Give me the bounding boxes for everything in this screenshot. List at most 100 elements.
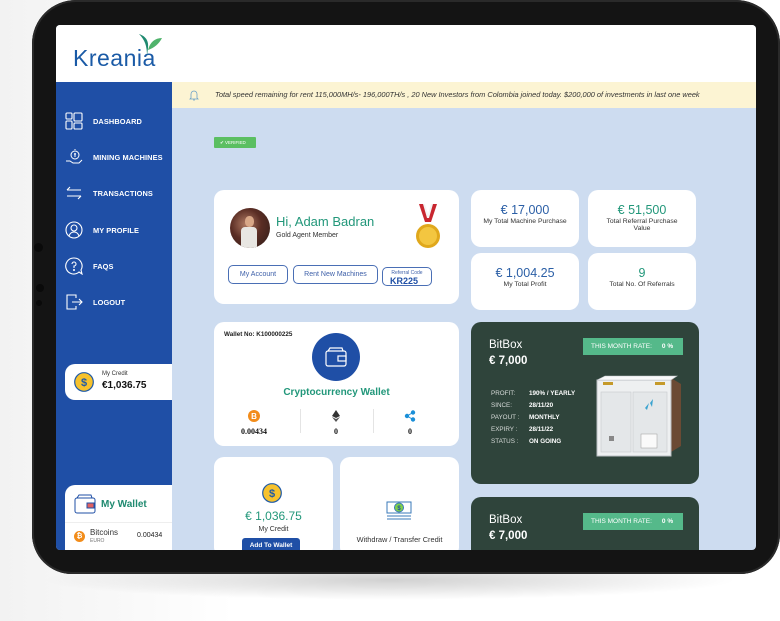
wallet-title: Cryptocurrency Wallet [283,387,390,398]
detail-key: PAYOUT : [491,414,520,421]
greeting: Hi, Adam Badran [276,214,375,229]
avatar[interactable] [230,208,270,248]
machine-card[interactable]: BitBox € 7,000 THIS MONTH RATE: 0 % [471,497,699,550]
bell-icon [189,90,199,101]
machine-card[interactable]: BitBox € 7,000 THIS MONTH RATE: 0 % PROFI… [471,322,699,484]
detail-key: PROFIT: [491,390,516,397]
rate-value: 0 % [661,518,674,525]
coin-ripple[interactable]: 0 [370,410,450,440]
kreania-logo[interactable]: Kreania [73,28,183,73]
camera-dot [34,243,43,252]
mining-container-image [596,375,681,457]
ethereum-icon [332,410,340,422]
wallet-row-bitcoin[interactable]: ₿ Bitcoins EURO 0.00434 [65,525,172,549]
coin-value: 0 [334,427,338,436]
avatar-body [241,227,257,248]
detail-key: SINCE: [491,402,512,409]
credit-value: €1,036.75 [102,380,147,391]
dashboard-grid-icon [65,112,83,130]
stat-value: € 1,004.25 [495,266,555,280]
device-mockup-stage: Kreania DASHBOARD MINING MACHINES TRANSA… [0,0,780,621]
money-hand-icon [66,149,83,164]
stat-label: My Total Profit [503,281,547,288]
stat-label: Total Referral Purchase Value [606,218,678,232]
credit-label: My Credit [102,371,128,377]
announcement-bar: Total speed remaining for rent 115,000MH… [172,82,756,108]
profile-card: Hi, Adam Badran Gold Agent Member My Acc… [214,190,459,304]
bitcoin-icon: ₿ [74,531,85,542]
stat-total-profit: € 1,004.25 My Total Profit [471,253,579,310]
detail-since: SINCE: 28/11/20 [491,402,553,409]
wallet-icon [325,347,347,367]
member-level: Gold Agent Member [276,232,339,239]
credit-label: My Credit [258,526,289,533]
machine-name: BitBox [489,339,523,351]
stat-label: My Total Machine Purchase [483,218,567,225]
question-bubble-icon [65,257,83,275]
sidebar-item-transactions[interactable]: TRANSACTIONS [56,181,172,205]
ripple-icon [404,410,416,422]
monthly-rate-badge: THIS MONTH RATE: 0 % [583,513,683,530]
my-wallet-panel[interactable]: My Wallet ₿ Bitcoins EURO 0.00434 [65,485,172,550]
coin-ethereum[interactable]: 0 [296,410,376,440]
stat-value: 9 [638,266,646,280]
banknote-icon: $ [386,501,412,520]
sidebar-item-label: LOGOUT [93,297,126,307]
detail-key: STATUS : [491,438,519,445]
machine-name: BitBox [489,514,523,526]
sidebar-item-label: DASHBOARD [93,116,142,126]
svg-text:B: B [251,412,257,421]
sidebar-item-my-profile[interactable]: MY PROFILE [56,218,172,242]
detail-value: 28/11/20 [529,402,554,409]
my-credit-card: $ € 1,036.75 My Credit Add To Wallet [214,457,333,550]
detail-value: ON GOING [529,438,562,445]
withdraw-transfer-card[interactable]: $ Withdraw / Transfer Credit [340,457,459,550]
referral-code-box[interactable]: Referral Code KR225 [382,267,432,286]
stat-label: Total No. Of Referrals [609,281,675,288]
sidebar-item-dashboard[interactable]: DASHBOARD [56,109,172,133]
sidebar-item-label: MINING MACHINES [93,152,163,162]
coin-currency: EURO [90,538,105,544]
stat-total-machine-purchase: € 17,000 My Total Machine Purchase [471,190,579,247]
sensor-dot [36,300,42,306]
wallet-icon [74,494,96,514]
coin-name: Bitcoins [90,528,119,537]
divider [65,522,172,523]
dollar-coin-icon: $ [74,372,94,392]
sidebar-item-logout[interactable]: LOGOUT [56,290,172,314]
bitcoin-icon: B [248,410,260,422]
rent-new-machines-button[interactable]: Rent New Machines [293,265,378,284]
detail-payout: PAYOUT : MONTHLY [491,414,560,421]
verified-badge: ✔ VERIFIED [214,137,256,148]
user-icon [65,221,83,239]
sidebar-credit-card: $ My Credit €1,036.75 [65,364,172,400]
sidebar-item-label: TRANSACTIONS [93,188,153,198]
detail-profit: PROFIT: 190% / YEARLY [491,390,575,397]
detail-value: MONTHLY [529,414,560,421]
gold-medal-icon [416,204,440,248]
cryptocurrency-wallet-card: Wallet No: K100000225 Cryptocurrency Wal… [214,322,459,446]
credit-value: € 1,036.75 [245,509,302,523]
leaf-icon [139,34,162,56]
sidebar: DASHBOARD MINING MACHINES TRANSACTIONS M… [56,82,172,550]
avatar-face [245,216,254,227]
app-screen: Kreania DASHBOARD MINING MACHINES TRANSA… [56,25,756,550]
svg-text:$: $ [269,488,275,500]
sidebar-item-mining-machines[interactable]: MINING MACHINES [56,145,172,169]
add-to-wallet-button[interactable]: Add To Wallet [242,538,300,550]
machine-price: € 7,000 [489,530,528,542]
dollar-coin-icon: $ [262,483,282,503]
top-bar: Kreania [56,25,756,82]
transfer-label: Withdraw / Transfer Credit [356,535,443,544]
detail-value: 28/11/22 [529,426,554,433]
my-wallet-title: My Wallet [101,499,147,510]
coin-value: 0.00434 [137,532,163,539]
detail-status: STATUS : ON GOING [491,438,561,445]
referral-code: KR225 [390,276,419,286]
stat-value: € 17,000 [500,203,550,217]
coin-bitcoin[interactable]: B 0.00434 [214,410,294,440]
my-account-button[interactable]: My Account [228,265,288,284]
wallet-number: Wallet No: K100000225 [224,331,293,338]
detail-expiry: EXPIRY : 28/11/22 [491,426,553,433]
sidebar-item-faqs[interactable]: FAQS [56,254,172,278]
